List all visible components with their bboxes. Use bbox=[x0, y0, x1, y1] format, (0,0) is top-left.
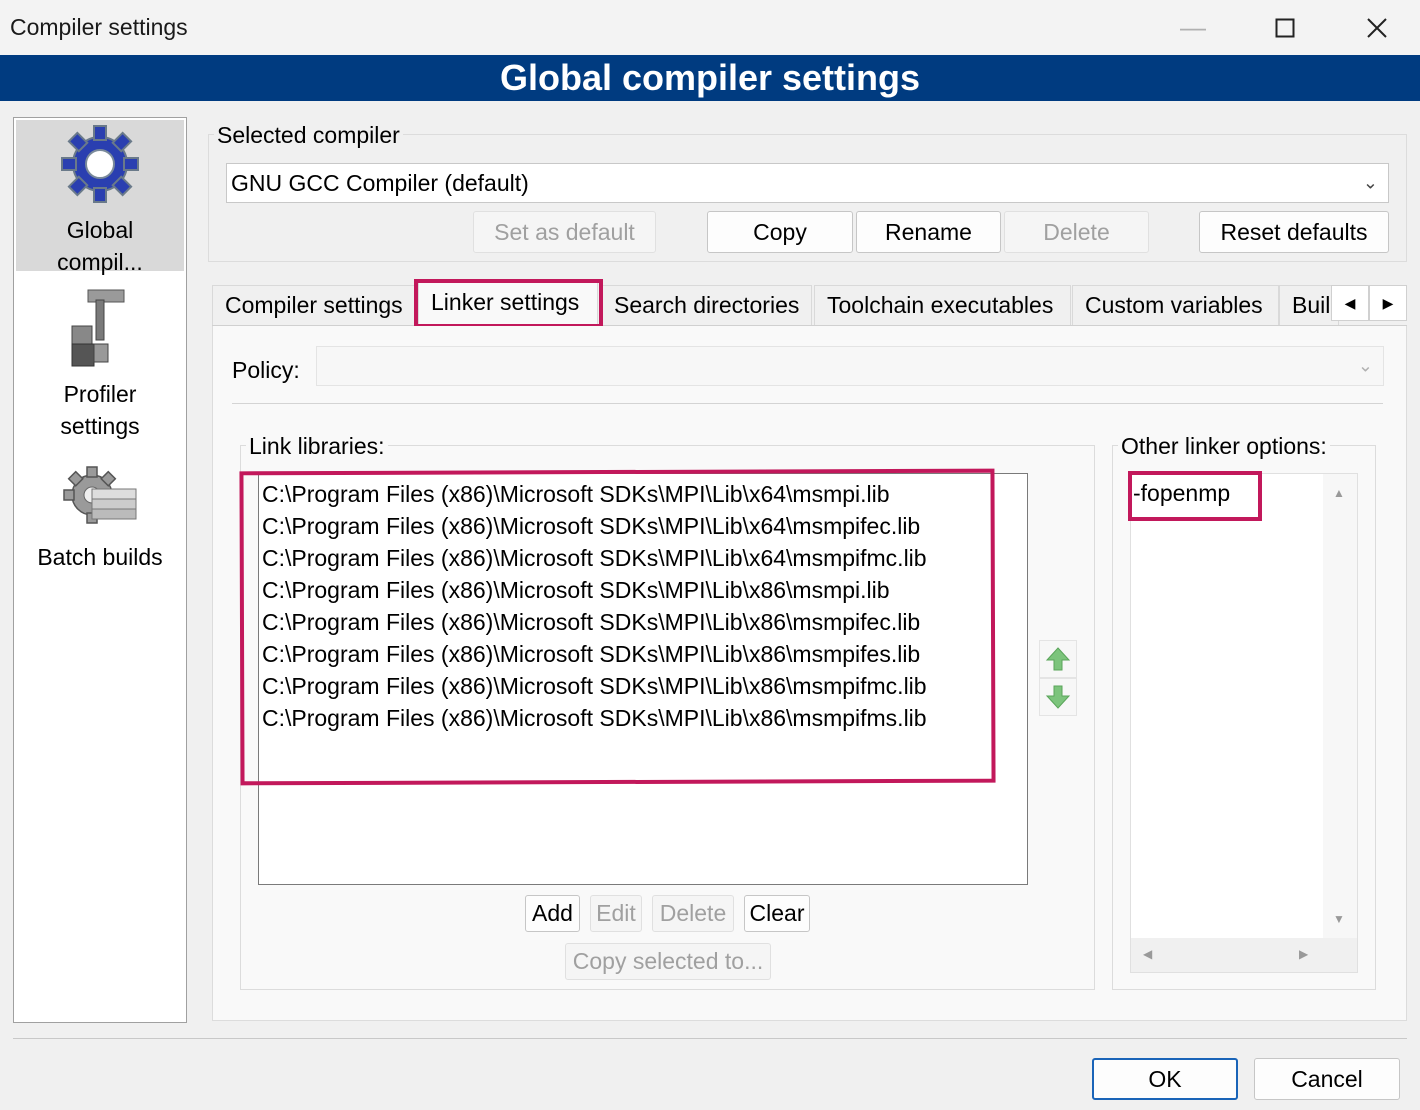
tab-search-directories[interactable]: Search directories bbox=[601, 285, 812, 325]
compiler-select-value: GNU GCC Compiler (default) bbox=[231, 169, 529, 196]
list-item[interactable]: C:\Program Files (x86)\Microsoft SDKs\MP… bbox=[259, 702, 1027, 734]
title-bar: Compiler settings — bbox=[0, 0, 1420, 55]
category-label: Profiler bbox=[63, 381, 137, 407]
divider bbox=[232, 403, 1383, 404]
maximize-icon[interactable] bbox=[1250, 0, 1320, 55]
ok-button[interactable]: OK bbox=[1092, 1058, 1238, 1100]
move-down-icon[interactable] bbox=[1039, 678, 1077, 716]
list-item[interactable]: C:\Program Files (x86)\Microsoft SDKs\MP… bbox=[259, 574, 1027, 606]
copy-selected-to-button[interactable]: Copy selected to... bbox=[565, 943, 771, 980]
link-libraries-list[interactable]: C:\Program Files (x86)\Microsoft SDKs\MP… bbox=[258, 473, 1028, 885]
gear-icon bbox=[16, 122, 184, 214]
tab-scroll-left-icon[interactable]: ◀ bbox=[1331, 285, 1369, 321]
set-as-default-button[interactable]: Set as default bbox=[473, 211, 656, 253]
scroll-right-icon[interactable]: ▶ bbox=[1299, 947, 1308, 961]
category-label: settings bbox=[60, 413, 140, 439]
tab-scroll-right-icon[interactable]: ▶ bbox=[1369, 285, 1407, 321]
add-library-button[interactable]: Add bbox=[525, 895, 580, 932]
page-title: Global compiler settings bbox=[0, 55, 1420, 101]
edit-library-button[interactable]: Edit bbox=[590, 895, 642, 932]
policy-label: Policy: bbox=[232, 357, 300, 383]
category-batch-builds[interactable]: Batch builds bbox=[16, 463, 184, 573]
tab-compiler-settings[interactable]: Compiler settings bbox=[212, 285, 417, 325]
category-label: compil... bbox=[57, 249, 143, 275]
tab-build-options[interactable]: Buil bbox=[1279, 285, 1339, 325]
tab-custom-variables[interactable]: Custom variables bbox=[1072, 285, 1279, 325]
other-linker-options-textarea[interactable]: -fopenmp ▲ ▼ ◀ ▶ bbox=[1130, 473, 1358, 973]
move-up-icon[interactable] bbox=[1039, 640, 1077, 678]
category-label: Batch builds bbox=[37, 544, 163, 570]
tab-linker-settings[interactable]: Linker settings bbox=[418, 279, 598, 325]
scroll-down-icon[interactable]: ▼ bbox=[1333, 912, 1345, 926]
window-title: Compiler settings bbox=[10, 14, 188, 40]
gear-stack-icon bbox=[16, 463, 184, 541]
delete-library-button[interactable]: Delete bbox=[652, 895, 734, 932]
copy-button[interactable]: Copy bbox=[707, 211, 853, 253]
scroll-left-icon[interactable]: ◀ bbox=[1143, 947, 1152, 961]
list-item[interactable]: C:\Program Files (x86)\Microsoft SDKs\MP… bbox=[259, 670, 1027, 702]
list-item[interactable]: C:\Program Files (x86)\Microsoft SDKs\MP… bbox=[259, 478, 1027, 510]
reset-defaults-button[interactable]: Reset defaults bbox=[1199, 211, 1389, 253]
policy-select[interactable]: ⌄ bbox=[316, 346, 1384, 386]
rename-button[interactable]: Rename bbox=[856, 211, 1001, 253]
category-list: Global compil... Profiler settings Batch… bbox=[13, 117, 187, 1023]
list-item[interactable]: C:\Program Files (x86)\Microsoft SDKs\MP… bbox=[259, 638, 1027, 670]
caliper-icon bbox=[16, 286, 184, 378]
list-item[interactable]: C:\Program Files (x86)\Microsoft SDKs\MP… bbox=[259, 510, 1027, 542]
category-global-compiler[interactable]: Global compil... bbox=[16, 120, 184, 275]
compiler-select[interactable]: GNU GCC Compiler (default) ⌄ bbox=[226, 163, 1389, 203]
other-linker-options-label: Other linker options: bbox=[1118, 433, 1330, 460]
category-profiler-settings[interactable]: Profiler settings bbox=[16, 286, 184, 439]
link-libraries-label: Link libraries: bbox=[246, 433, 388, 460]
chevron-down-icon: ⌄ bbox=[1362, 172, 1378, 193]
chevron-down-icon: ⌄ bbox=[1357, 355, 1373, 376]
selected-compiler-label: Selected compiler bbox=[214, 122, 403, 149]
close-icon[interactable] bbox=[1342, 0, 1412, 55]
other-linker-options-text: -fopenmp bbox=[1133, 480, 1231, 506]
settings-tabs: Compiler settings Linker settings Search… bbox=[212, 279, 1407, 326]
list-item[interactable]: C:\Program Files (x86)\Microsoft SDKs\MP… bbox=[259, 606, 1027, 638]
clear-libraries-button[interactable]: Clear bbox=[744, 895, 810, 932]
cancel-button[interactable]: Cancel bbox=[1254, 1058, 1400, 1100]
vertical-scrollbar[interactable]: ▲ ▼ bbox=[1323, 474, 1357, 939]
footer-divider bbox=[13, 1038, 1407, 1039]
minimize-icon[interactable]: — bbox=[1158, 0, 1228, 55]
list-item[interactable]: C:\Program Files (x86)\Microsoft SDKs\MP… bbox=[259, 542, 1027, 574]
category-label: Global bbox=[66, 217, 134, 243]
delete-compiler-button[interactable]: Delete bbox=[1004, 211, 1149, 253]
tab-toolchain-executables[interactable]: Toolchain executables bbox=[814, 285, 1071, 325]
horizontal-scrollbar[interactable]: ◀ ▶ bbox=[1131, 938, 1357, 972]
scroll-up-icon[interactable]: ▲ bbox=[1333, 486, 1345, 500]
